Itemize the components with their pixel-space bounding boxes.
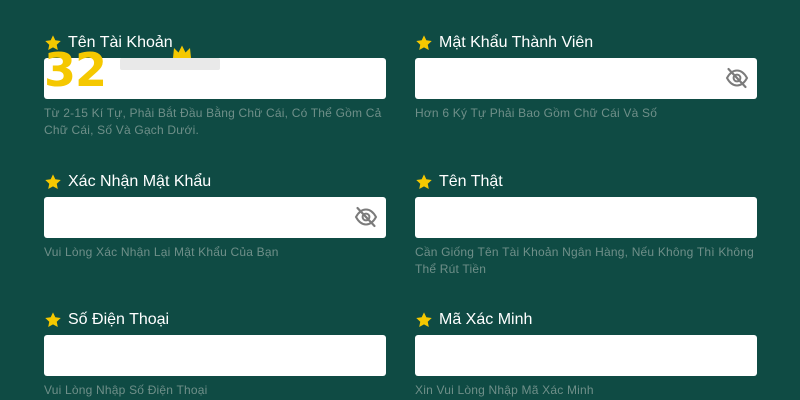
phone-field-group: Số Điện Thoại Vui Lòng Nhập Số Điện Thoạ… — [44, 309, 386, 399]
verification-code-field-group: Mã Xác Minh Xin Vui Lòng Nhập Mã Xác Min… — [415, 309, 757, 399]
verification-code-hint: Xin Vui Lòng Nhập Mã Xác Minh — [415, 383, 594, 397]
confirm-password-label: Xác Nhận Mật Khẩu — [68, 173, 212, 190]
verification-code-input[interactable] — [415, 335, 757, 376]
username-input-box[interactable] — [44, 58, 386, 99]
password-field-group: Mật Khẩu Thành Viên Hơn 6 Ký Tự Phải Bao… — [415, 32, 757, 122]
phone-input[interactable] — [44, 335, 386, 376]
real-name-label-row: Tên Thật — [415, 171, 757, 193]
phone-label: Số Điện Thoại — [68, 311, 170, 328]
confirm-password-hint: Vui Lòng Xác Nhận Lại Mật Khẩu Của Bạn — [44, 245, 279, 259]
eye-slash-icon[interactable] — [354, 206, 378, 228]
username-label: Tên Tài Khoản — [68, 34, 173, 51]
username-input[interactable] — [44, 58, 386, 99]
username-label-row: Tên Tài Khoản — [44, 32, 386, 54]
registration-form: Tên Tài Khoản Từ 2-15 Kí Tự, Phải Bắt Đầ… — [0, 0, 800, 400]
confirm-password-label-row: Xác Nhận Mật Khẩu — [44, 171, 386, 193]
real-name-hint: Cần Giống Tên Tài Khoản Ngân Hàng, Nếu K… — [415, 245, 755, 276]
phone-hint: Vui Lòng Nhập Số Điện Thoại — [44, 383, 208, 397]
star-icon — [45, 312, 61, 328]
star-icon — [416, 174, 432, 190]
confirm-password-input[interactable] — [44, 197, 386, 238]
star-icon — [45, 35, 61, 51]
star-icon — [45, 174, 61, 190]
username-field-group: Tên Tài Khoản Từ 2-15 Kí Tự, Phải Bắt Đầ… — [44, 32, 386, 139]
username-hint: Từ 2-15 Kí Tự, Phải Bắt Đầu Bằng Chữ Cái… — [44, 106, 382, 137]
password-input[interactable] — [415, 58, 757, 99]
real-name-label: Tên Thật — [439, 173, 503, 190]
password-input-box[interactable] — [415, 58, 757, 99]
confirm-password-field-group: Xác Nhận Mật Khẩu Vui Lòng Xác Nhận Lại … — [44, 171, 386, 261]
verification-code-label: Mã Xác Minh — [439, 311, 533, 328]
password-label: Mật Khẩu Thành Viên — [439, 34, 594, 51]
password-hint: Hơn 6 Ký Tự Phải Bao Gồm Chữ Cái Và Số — [415, 106, 658, 120]
star-icon — [416, 35, 432, 51]
password-label-row: Mật Khẩu Thành Viên — [415, 32, 757, 54]
real-name-field-group: Tên Thật Cần Giống Tên Tài Khoản Ngân Hà… — [415, 171, 757, 278]
phone-label-row: Số Điện Thoại — [44, 309, 386, 331]
verification-code-input-box[interactable] — [415, 335, 757, 376]
confirm-password-input-box[interactable] — [44, 197, 386, 238]
real-name-input[interactable] — [415, 197, 757, 238]
real-name-input-box[interactable] — [415, 197, 757, 238]
eye-slash-icon[interactable] — [725, 67, 749, 89]
phone-input-box[interactable] — [44, 335, 386, 376]
verification-code-label-row: Mã Xác Minh — [415, 309, 757, 331]
star-icon — [416, 312, 432, 328]
